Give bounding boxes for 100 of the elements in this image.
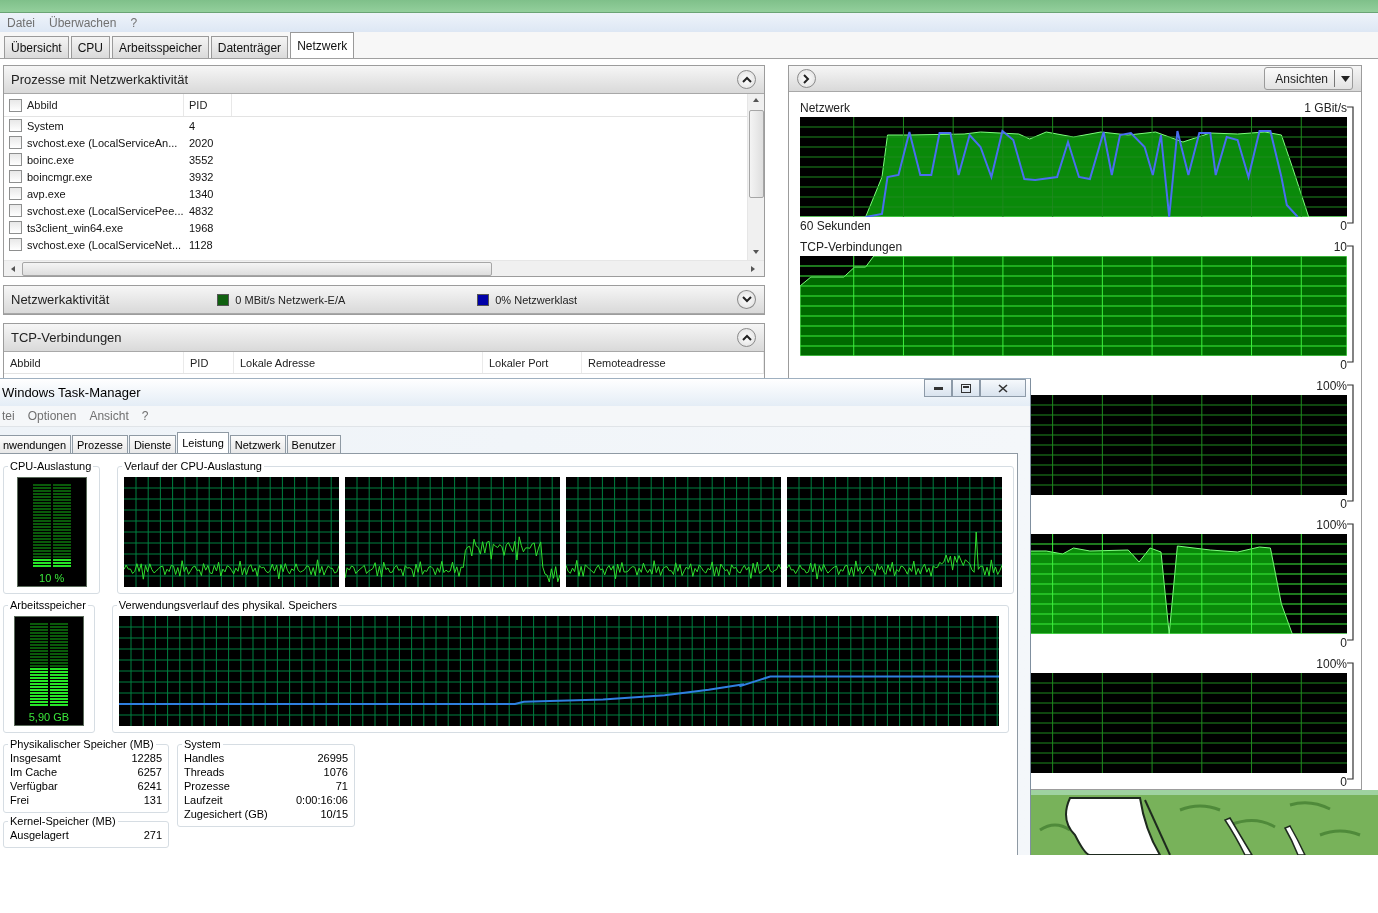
stat-label: Im Cache: [10, 766, 59, 779]
stat-label: Frei: [10, 794, 30, 807]
menu-item[interactable]: ?: [141, 409, 149, 423]
table-cell: svchost.exe (LocalServicePee...: [27, 204, 184, 217]
table-cell-text: 1340: [188, 187, 215, 200]
axis-max-label: 100%: [1316, 379, 1347, 393]
close-icon: [998, 383, 1008, 393]
window-title: Windows Task-Manager: [2, 385, 141, 400]
tab[interactable]: Netzwerk: [290, 32, 355, 58]
tab[interactable]: Übersicht: [4, 36, 69, 58]
table-cell-text: 1128: [188, 238, 214, 251]
column-header[interactable]: Lokale Adresse: [234, 352, 483, 373]
tab[interactable]: Leistung: [177, 432, 229, 453]
axis-max-label: 100%: [1316, 657, 1347, 671]
tab[interactable]: nwendungen: [0, 435, 71, 453]
group-title: Kernel-Speicher (MB): [9, 815, 117, 827]
scrollbar[interactable]: [4, 260, 764, 276]
column-header[interactable]: Remoteadresse: [582, 352, 764, 373]
stat-label: Prozesse: [184, 780, 231, 793]
checkbox[interactable]: [9, 238, 22, 251]
tab[interactable]: Arbeitsspeicher: [112, 36, 209, 58]
checkbox[interactable]: [9, 221, 22, 234]
stat-label: Insgesamt: [10, 752, 62, 765]
menu-item[interactable]: Optionen: [27, 409, 77, 423]
menu-item[interactable]: Überwachen: [49, 15, 117, 30]
table-cell: svchost.exe (LocalServiceNet...: [27, 238, 182, 251]
chevron-down-icon: [741, 296, 752, 303]
stat-label: Ausgelagert: [10, 829, 70, 842]
group-title: Physikalischer Speicher (MB): [9, 738, 155, 750]
meter-reading: 5,90 GB: [28, 711, 70, 723]
stat-value: 12285: [131, 752, 162, 765]
scrollbar[interactable]: [747, 94, 764, 260]
stat-value: 131: [142, 794, 162, 807]
menu-item[interactable]: ?: [130, 15, 138, 30]
tab[interactable]: Prozesse: [72, 435, 128, 453]
maximize-icon: [961, 383, 971, 393]
arrow-up-icon: [752, 97, 760, 105]
checkbox[interactable]: [9, 98, 22, 112]
time-span-label: 60 Sekunden: [800, 219, 871, 233]
stat-value: 26995: [316, 752, 348, 765]
collapse-button[interactable]: [737, 70, 756, 89]
axis-min-label: 0: [1340, 775, 1347, 789]
minimize-button[interactable]: [924, 379, 952, 397]
group-title: Verwendungsverlauf des physikal. Speichers: [117, 599, 339, 611]
close-button[interactable]: [980, 379, 1026, 397]
checkbox[interactable]: [9, 119, 22, 132]
legend-label: 0% Netzwerklast: [495, 293, 578, 306]
arrow-left-icon: [10, 264, 18, 273]
table-cell-text: 3932: [188, 170, 215, 183]
axis-max-label: 100%: [1316, 518, 1347, 532]
stat-value: 1076: [322, 766, 348, 779]
column-header[interactable]: Lokaler Port: [483, 352, 582, 373]
table-cell: boinc.exe: [27, 153, 75, 166]
stat-value: 6257: [136, 766, 162, 779]
chevron-up-icon: [741, 76, 752, 83]
table-cell-text: 1968: [188, 221, 215, 234]
expand-button[interactable]: [737, 290, 756, 309]
table-cell: System: [27, 119, 64, 132]
checkbox[interactable]: [9, 204, 22, 217]
menu-item[interactable]: Datei: [7, 15, 35, 30]
stat-value: 0:00:16:06: [296, 794, 348, 807]
tab[interactable]: Datenträger: [210, 36, 289, 58]
panel-title: Netzwerkaktivität: [11, 292, 111, 307]
collapse-button[interactable]: [737, 328, 756, 347]
stat-value: 6241: [136, 780, 162, 793]
table-cell: svchost.exe (LocalServiceAn...: [27, 136, 178, 149]
panel-title: TCP-Verbindungen: [11, 330, 123, 345]
column-header[interactable]: Abbild: [27, 99, 58, 111]
checkbox[interactable]: [9, 153, 22, 166]
stat-label: Laufzeit: [184, 794, 224, 807]
expand-button[interactable]: [797, 69, 816, 88]
column-header[interactable]: PID: [184, 352, 234, 373]
table-cell-text: 4832: [188, 204, 215, 217]
axis-min-label: 0: [1340, 497, 1347, 511]
checkbox[interactable]: [9, 136, 22, 149]
group-title: System: [183, 738, 222, 750]
tab[interactable]: Dienste: [128, 435, 177, 453]
checkbox[interactable]: [9, 187, 22, 200]
axis-max-label: 1 GBit/s: [1304, 101, 1347, 115]
maximize-button[interactable]: [952, 379, 980, 397]
group-title: Verlauf der CPU-Auslastung: [123, 460, 263, 472]
table-cell-text: 2020: [188, 136, 215, 149]
column-header[interactable]: Abbild: [4, 352, 184, 373]
table-cell: avp.exe: [27, 187, 66, 200]
tab[interactable]: Benutzer: [286, 435, 341, 453]
tab[interactable]: CPU: [70, 36, 111, 58]
chevron-up-icon: [741, 334, 752, 341]
checkbox[interactable]: [9, 170, 22, 183]
column-header[interactable]: PID: [189, 99, 208, 111]
meter-reading: 10 %: [39, 572, 65, 584]
group-title: Arbeitsspeicher: [9, 599, 87, 611]
axis-min-label: 0: [1340, 636, 1347, 650]
panel-title: Prozesse mit Netzwerkaktivität: [11, 72, 189, 87]
menu-item[interactable]: Ansicht: [89, 409, 129, 423]
chevron-right-icon: [803, 73, 810, 84]
stat-label: Zugesichert (GB): [184, 808, 269, 821]
stat-label: Handles: [184, 752, 226, 765]
tab[interactable]: Netzwerk: [229, 435, 286, 453]
views-dropdown[interactable]: Ansichten: [1264, 67, 1353, 90]
menu-item[interactable]: tei: [2, 409, 15, 423]
